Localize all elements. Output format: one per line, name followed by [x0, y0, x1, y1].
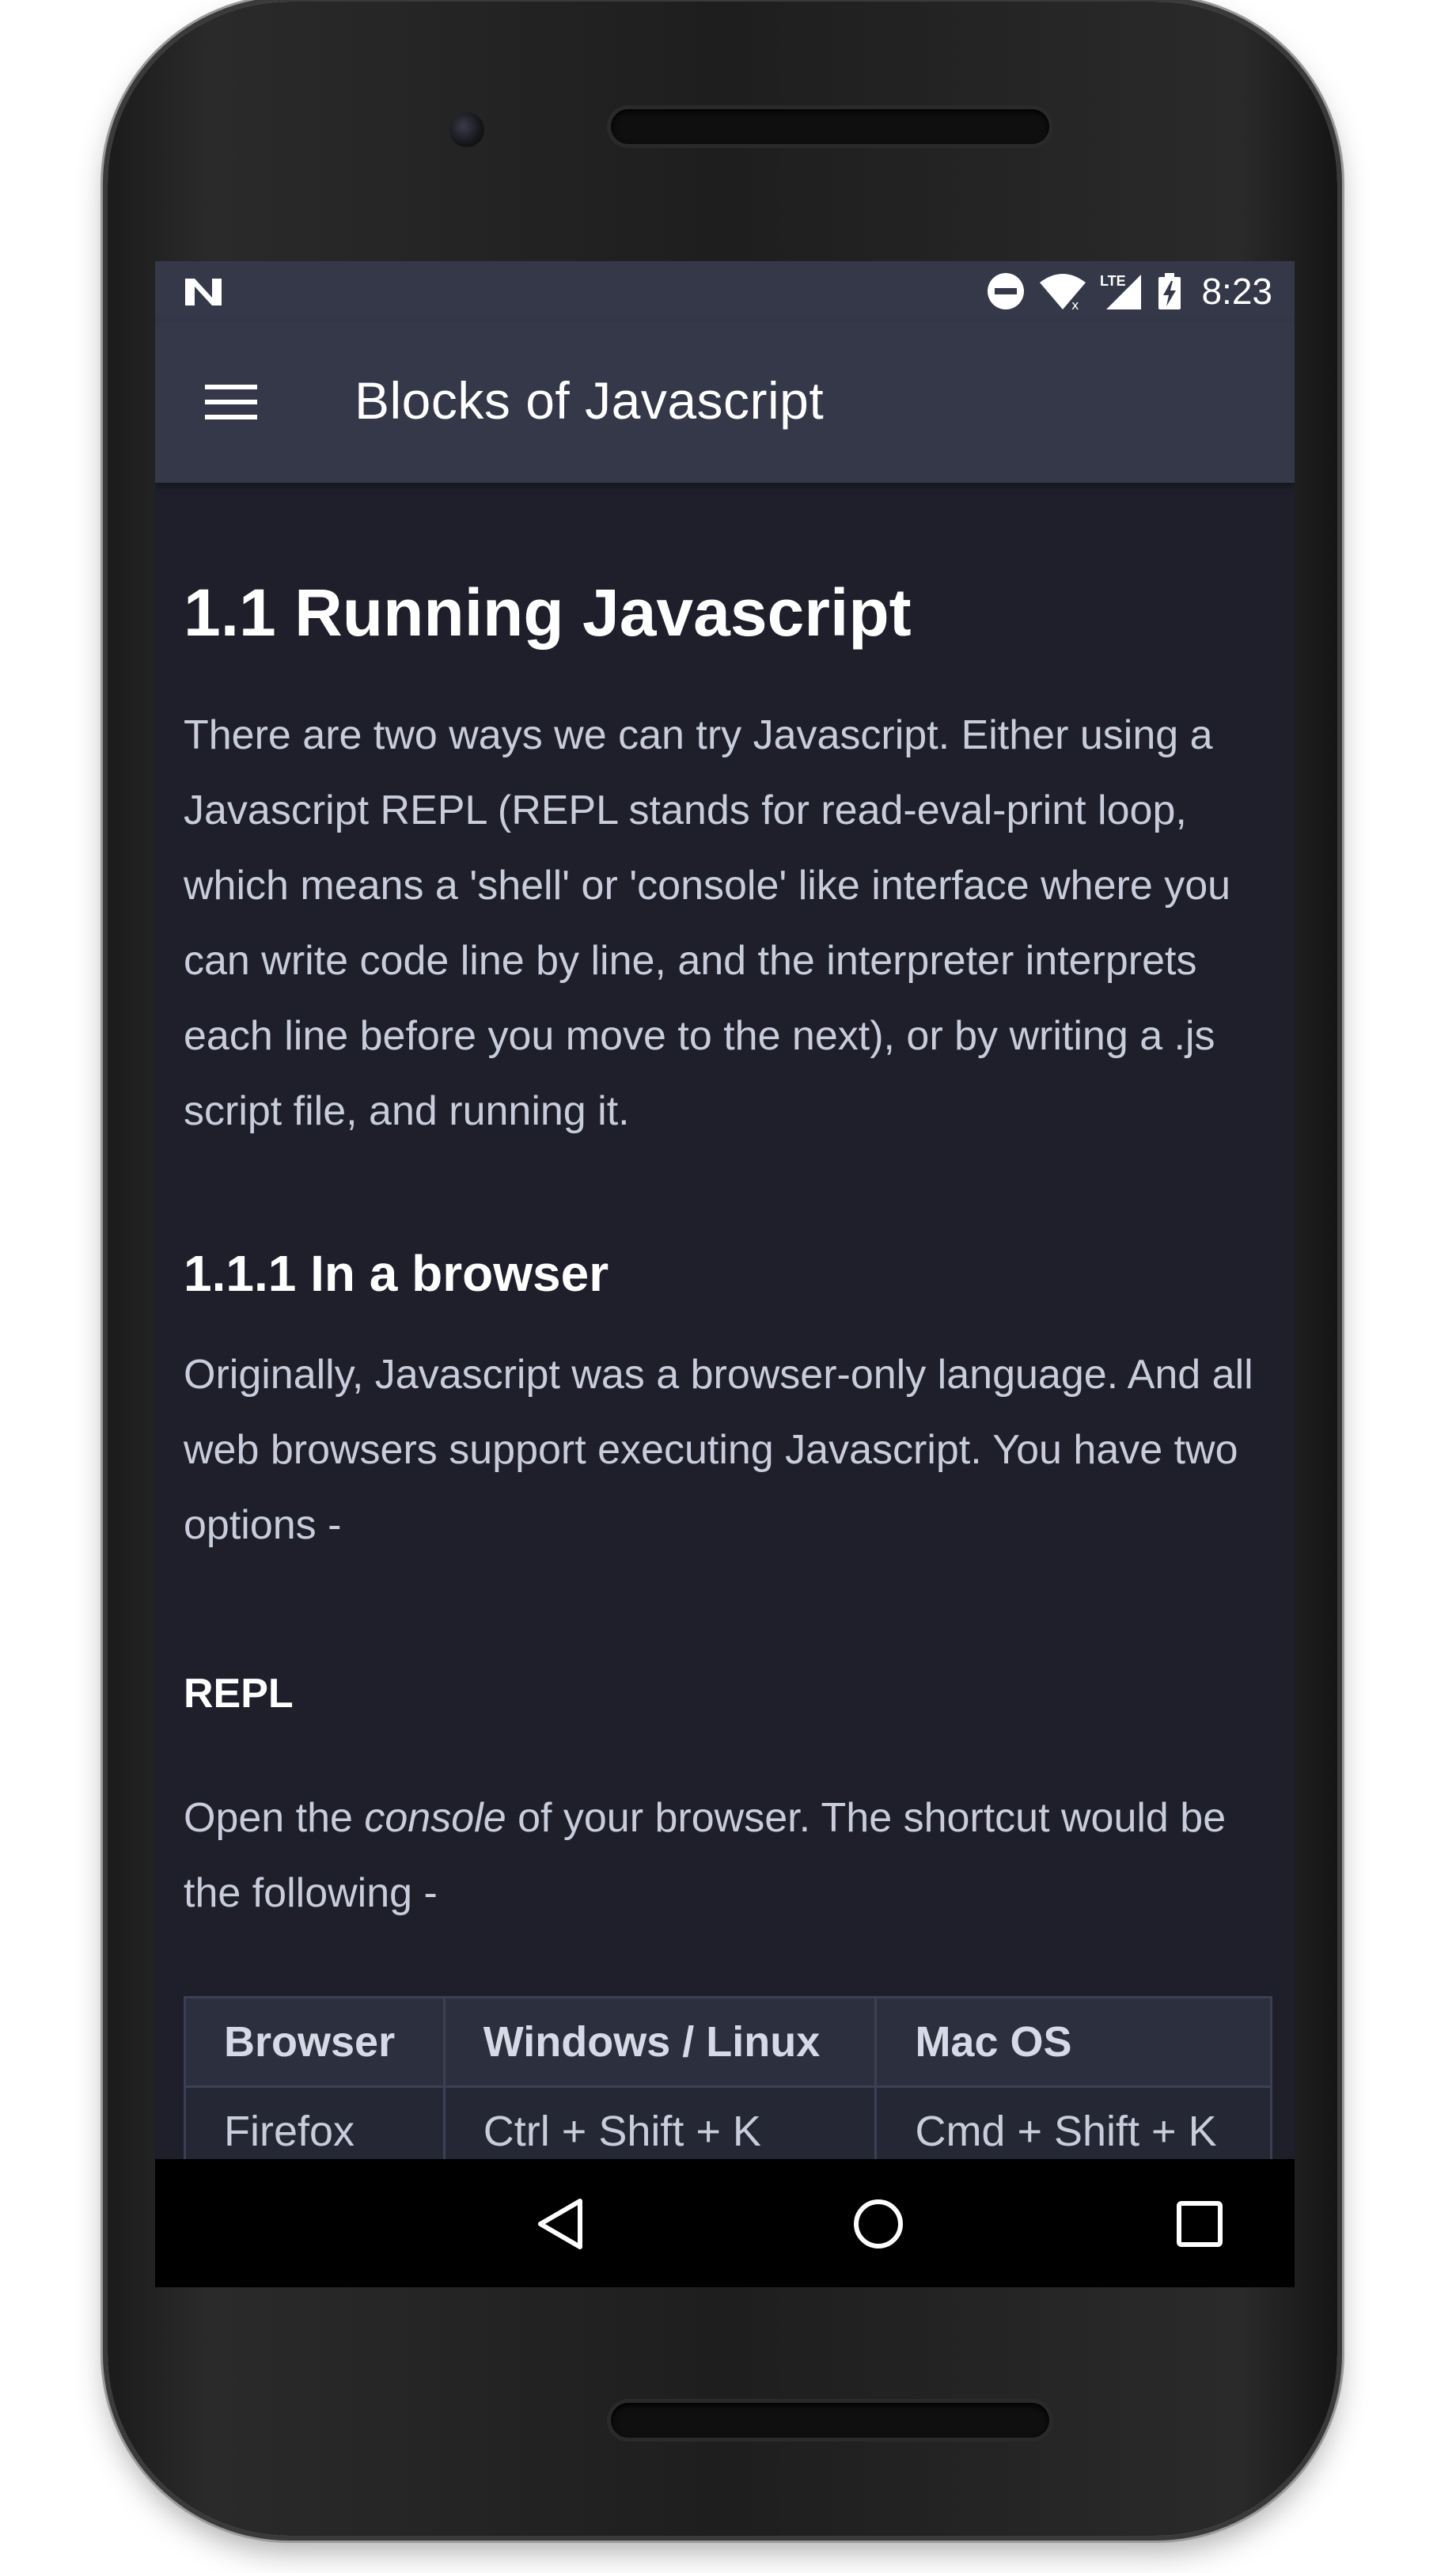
wifi-icon: x — [1038, 271, 1087, 311]
recents-button[interactable] — [1166, 2191, 1233, 2257]
status-icons: x LTE 8:23 — [986, 261, 1272, 321]
signal-icon: LTE — [1100, 271, 1144, 311]
top-speaker — [611, 109, 1049, 144]
table-header-cell: Mac OS — [874, 1996, 1272, 2088]
browser-paragraph: Originally, Javascript was a browser-onl… — [184, 1352, 1253, 1548]
back-icon — [538, 2199, 582, 2249]
hamburger-menu-icon — [205, 385, 257, 419]
back-button[interactable] — [529, 2191, 595, 2257]
bottom-speaker — [611, 2403, 1049, 2438]
recents-icon — [1177, 2201, 1223, 2247]
table-header-row: Browser Windows / Linux Mac OS — [184, 1996, 1272, 2088]
status-time: 8:23 — [1201, 271, 1272, 312]
article-heading: 1.1 Running Javascript — [184, 575, 912, 650]
svg-text:x: x — [1071, 298, 1079, 311]
do-not-disturb-icon — [986, 271, 1026, 311]
console-para-before: Open the — [184, 1795, 365, 1841]
intro-paragraph: There are two ways we can try Javascript… — [184, 712, 1231, 1134]
section-subheading: 1.1.1 In a browser — [184, 1245, 609, 1302]
notification-n-icon — [185, 279, 222, 305]
app-title: Blocks of Javascript — [355, 371, 825, 430]
battery-charging-icon — [1157, 271, 1182, 311]
table-header-cell: Browser — [184, 1996, 446, 2088]
home-icon — [854, 2199, 903, 2249]
console-paragraph: Open the console of your browser. The sh… — [184, 1781, 1260, 1931]
app-bar: Blocks of Javascript — [155, 321, 1295, 483]
console-emphasis: console — [364, 1795, 506, 1841]
network-type-label: LTE — [1100, 273, 1126, 289]
repl-label: REPL — [184, 1671, 294, 1717]
screen: x LTE 8:23 Blocks of Javascript 1.1 Runn… — [155, 261, 1295, 2287]
menu-button[interactable] — [199, 377, 263, 427]
article-content[interactable]: 1.1 Running Javascript There are two way… — [155, 483, 1295, 2287]
front-camera — [449, 112, 484, 147]
home-button[interactable] — [845, 2191, 912, 2257]
status-bar: x LTE 8:23 — [155, 261, 1295, 321]
shortcut-table: Browser Windows / Linux Mac OS Firefox C… — [184, 1996, 1272, 2177]
navigation-bar — [155, 2159, 1295, 2287]
table-header-cell: Windows / Linux — [442, 1996, 878, 2088]
